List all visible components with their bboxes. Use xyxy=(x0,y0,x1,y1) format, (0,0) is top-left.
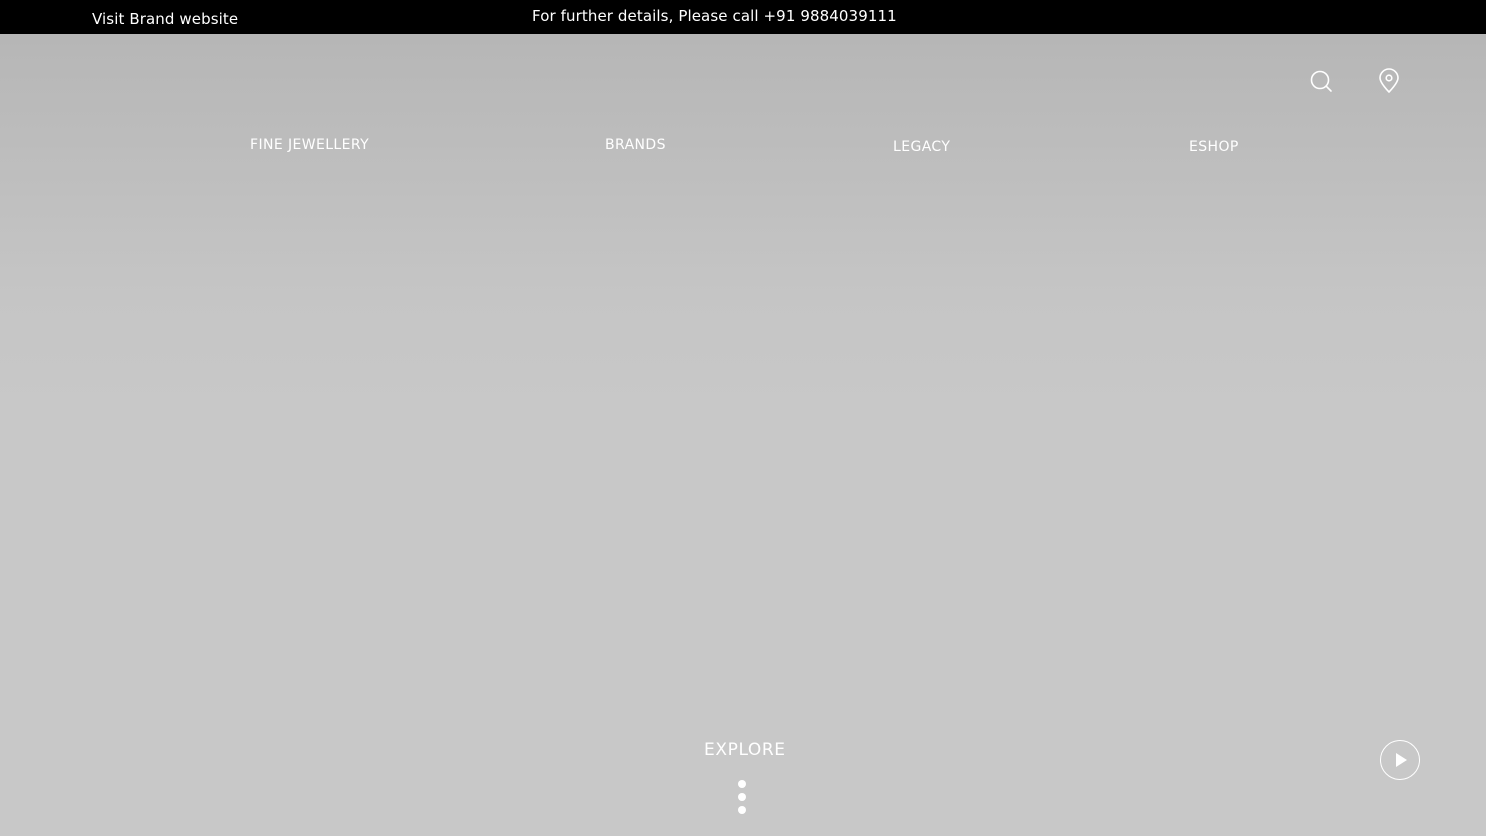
vertical-dots-icon[interactable] xyxy=(737,780,747,816)
play-icon xyxy=(1396,753,1407,767)
dot xyxy=(738,806,746,814)
nav-item-brands[interactable]: BRANDS xyxy=(605,137,666,153)
visit-brand-website-link[interactable]: Visit Brand website xyxy=(92,10,238,28)
location-pin-icon[interactable] xyxy=(1375,67,1403,95)
contact-phone-text: For further details, Please call +91 988… xyxy=(532,7,897,25)
dot xyxy=(738,793,746,801)
play-video-button[interactable] xyxy=(1380,740,1420,780)
search-icon[interactable] xyxy=(1307,67,1335,95)
hero-section xyxy=(0,34,1486,836)
nav-item-legacy[interactable]: LEGACY xyxy=(893,139,950,155)
nav-item-fine-jewellery[interactable]: FINE JEWELLERY xyxy=(250,137,369,153)
announcement-bar: Visit Brand website For further details,… xyxy=(0,0,1486,34)
explore-button[interactable]: EXPLORE xyxy=(704,740,786,760)
dot xyxy=(738,780,746,788)
nav-item-eshop[interactable]: ESHOP xyxy=(1189,139,1239,155)
